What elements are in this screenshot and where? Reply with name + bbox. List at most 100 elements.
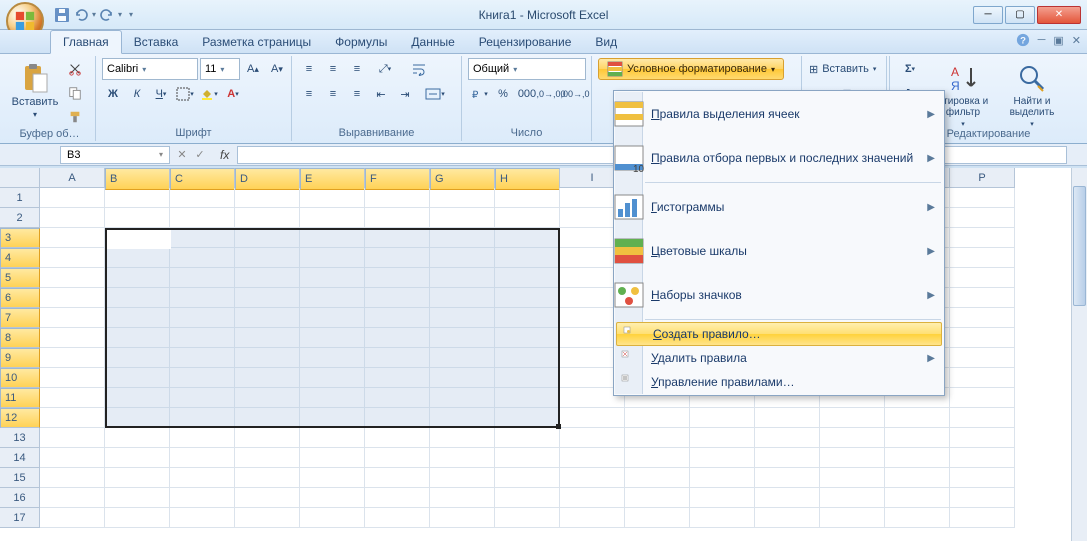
undo-dropdown[interactable]: ▾: [92, 10, 96, 19]
tab-formulas[interactable]: Формулы: [323, 31, 399, 53]
row-header-8[interactable]: 8: [0, 328, 40, 348]
paste-button[interactable]: Вставить ▾: [10, 58, 60, 119]
menu-item-4[interactable]: Цветовые шкалы▶: [615, 229, 943, 273]
close-workbook[interactable]: ✕: [1072, 34, 1081, 47]
font-color-button[interactable]: A▾: [222, 83, 244, 105]
grow-font-button[interactable]: A▴: [242, 58, 264, 80]
font-size-select[interactable]: 11▾: [200, 58, 240, 80]
conditional-formatting-button[interactable]: Условное форматирование ▾: [598, 58, 784, 80]
restore-workbook[interactable]: ▣: [1053, 34, 1063, 47]
wrap-text-button[interactable]: [402, 58, 436, 80]
row-header-14[interactable]: 14: [0, 448, 40, 468]
comma-button[interactable]: 000: [516, 83, 538, 105]
find-select-button[interactable]: Найти и выделить▾: [1002, 58, 1062, 128]
copy-button[interactable]: [64, 82, 86, 104]
col-header-A[interactable]: A: [40, 168, 105, 188]
increase-decimal[interactable]: ,0→,00: [540, 83, 562, 105]
redo-icon[interactable]: [99, 7, 115, 23]
increase-indent[interactable]: ⇥: [394, 83, 416, 105]
tab-data[interactable]: Данные: [399, 31, 466, 53]
format-painter-button[interactable]: [64, 106, 86, 128]
name-box[interactable]: B3▾: [60, 146, 170, 164]
row-header-1[interactable]: 1: [0, 188, 40, 208]
row-header-6[interactable]: 6: [0, 288, 40, 308]
align-left[interactable]: ≡: [298, 83, 320, 105]
menu-item-0[interactable]: Правила выделения ячеек▶: [615, 92, 943, 136]
number-format-select[interactable]: Общий▾: [468, 58, 586, 80]
row-header-3[interactable]: 3: [0, 228, 40, 248]
fx-icon[interactable]: fx: [220, 148, 229, 162]
maximize-button[interactable]: ▢: [1005, 6, 1035, 24]
tab-review[interactable]: Рецензирование: [467, 31, 584, 53]
tab-home[interactable]: Главная: [50, 30, 122, 54]
menu-item-9[interactable]: Управление правилами…: [615, 370, 943, 394]
row-header-17[interactable]: 17: [0, 508, 40, 528]
cut-button[interactable]: [64, 58, 86, 80]
row-header-7[interactable]: 7: [0, 308, 40, 328]
row-header-15[interactable]: 15: [0, 468, 40, 488]
tab-insert[interactable]: Вставка: [122, 31, 191, 53]
menu-item-7[interactable]: Создать правило…: [616, 322, 942, 346]
minimize-ribbon[interactable]: ─: [1038, 34, 1046, 46]
align-bottom[interactable]: ≡: [346, 58, 368, 80]
col-header-H[interactable]: H: [495, 168, 560, 190]
col-header-C[interactable]: C: [170, 168, 235, 190]
col-header-F[interactable]: F: [365, 168, 430, 190]
border-button[interactable]: ▾: [174, 83, 196, 105]
row-header-4[interactable]: 4: [0, 248, 40, 268]
minimize-button[interactable]: ─: [973, 6, 1003, 24]
row-header-13[interactable]: 13: [0, 428, 40, 448]
vertical-scrollbar[interactable]: [1071, 168, 1087, 541]
help-icon[interactable]: ?: [1016, 33, 1030, 47]
close-button[interactable]: ✕: [1037, 6, 1081, 24]
col-header-B[interactable]: B: [105, 168, 170, 190]
font-name-select[interactable]: Calibri▾: [102, 58, 198, 80]
redo-dropdown[interactable]: ▾: [118, 10, 122, 19]
tab-pagelayout[interactable]: Разметка страницы: [190, 31, 323, 53]
insert-cells-button[interactable]: ⊞ Вставить ▾: [808, 58, 886, 80]
col-header-D[interactable]: D: [235, 168, 300, 190]
percent-button[interactable]: %: [492, 83, 514, 105]
align-center[interactable]: ≡: [322, 83, 344, 105]
row-header-10[interactable]: 10: [0, 368, 40, 388]
currency-icon: ₽: [470, 87, 484, 101]
fill-color-button[interactable]: ▾: [198, 83, 220, 105]
col-header-G[interactable]: G: [430, 168, 495, 190]
fill-handle[interactable]: [556, 424, 561, 429]
col-header-P[interactable]: P: [950, 168, 1015, 188]
row-header-9[interactable]: 9: [0, 348, 40, 368]
row-header-12[interactable]: 12: [0, 408, 40, 428]
bold-button[interactable]: Ж: [102, 83, 124, 105]
row-header-5[interactable]: 5: [0, 268, 40, 288]
brush-icon: [68, 110, 82, 124]
select-all-corner[interactable]: [0, 168, 40, 188]
scrollbar-thumb[interactable]: [1073, 186, 1086, 306]
menu-item-3[interactable]: Гистограммы▶: [615, 185, 943, 229]
decrease-indent[interactable]: ⇤: [370, 83, 392, 105]
italic-button[interactable]: К: [126, 83, 148, 105]
save-icon[interactable]: [54, 7, 70, 23]
merge-button[interactable]: ▾: [418, 83, 452, 105]
orientation-button[interactable]: ⤢▾: [370, 58, 400, 80]
align-right[interactable]: ≡: [346, 83, 368, 105]
menu-item-5[interactable]: Наборы значков▶: [615, 273, 943, 317]
row-header-16[interactable]: 16: [0, 488, 40, 508]
menu-item-1[interactable]: 10Правила отбора первых и последних знач…: [615, 136, 943, 180]
enter-formula[interactable]: ✓: [192, 148, 208, 161]
autosum-button[interactable]: Σ▾: [896, 58, 924, 80]
col-header-E[interactable]: E: [300, 168, 365, 190]
row-header-2[interactable]: 2: [0, 208, 40, 228]
qat-customize[interactable]: ▾: [129, 10, 133, 19]
decrease-decimal[interactable]: ,00→,0: [564, 83, 586, 105]
menu-item-8[interactable]: Удалить правила▶: [615, 346, 943, 370]
underline-button[interactable]: Ч ▾: [150, 83, 172, 105]
ribbon-tabs: Главная Вставка Разметка страницы Формул…: [0, 30, 1087, 54]
undo-icon[interactable]: [73, 7, 89, 23]
tab-view[interactable]: Вид: [583, 31, 629, 53]
cancel-formula[interactable]: ✕: [174, 148, 190, 161]
currency-button[interactable]: ₽▾: [468, 83, 490, 105]
shrink-font-button[interactable]: A▾: [266, 58, 288, 80]
align-middle[interactable]: ≡: [322, 58, 344, 80]
align-top[interactable]: ≡: [298, 58, 320, 80]
row-header-11[interactable]: 11: [0, 388, 40, 408]
